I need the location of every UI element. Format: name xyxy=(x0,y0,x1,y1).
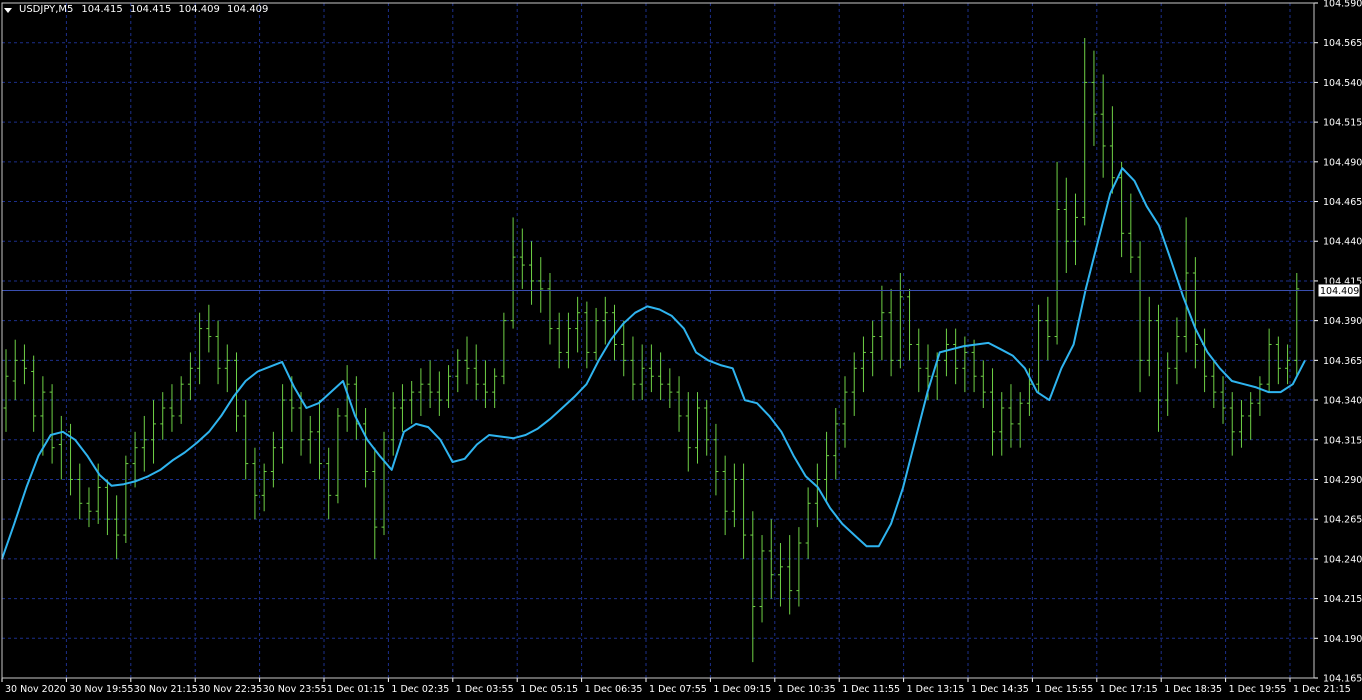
ohlc-high: 104.415 xyxy=(129,4,172,15)
ohlc-open: 104.415 xyxy=(81,4,123,15)
y-tick-label: 104.465 xyxy=(1323,197,1362,208)
x-tick-label: 1 Dec 02:35 xyxy=(391,684,449,695)
x-tick-label: 30 Nov 19:55 xyxy=(69,684,133,695)
x-tick-label: 1 Dec 07:55 xyxy=(649,684,707,695)
symbol-label: USDJPY,M5 xyxy=(19,4,74,15)
y-tick-label: 104.190 xyxy=(1323,634,1362,645)
y-tick-label: 104.440 xyxy=(1323,237,1362,248)
x-tick-label: 1 Dec 15:55 xyxy=(1035,684,1093,695)
price-chart[interactable]: 104.590 104.565 104.540 104.515 104.490 104.4… xyxy=(0,0,1362,700)
x-tick-label: 1 Dec 14:35 xyxy=(971,684,1029,695)
y-tick-label: 104.515 xyxy=(1323,118,1362,129)
x-tick-label: 1 Dec 09:15 xyxy=(713,684,771,695)
x-tick-label: 1 Dec 21:15 xyxy=(1293,684,1351,695)
y-tick-label: 104.290 xyxy=(1323,475,1362,486)
chart-canvas[interactable]: 104.590 104.565 104.540 104.515 104.490 104.4… xyxy=(0,0,1362,700)
x-tick-label: 1 Dec 03:55 xyxy=(456,684,514,695)
ohlc-low: 104.409 xyxy=(178,4,220,15)
ohlc-readout: 104.415 104.415 104.409 104.409 xyxy=(81,3,272,17)
current-price-label: 104.409 xyxy=(1320,286,1359,297)
y-tick-label: 104.215 xyxy=(1323,594,1362,605)
x-tick-label: 1 Dec 11:55 xyxy=(842,684,900,695)
symbol-header: USDJPY,M5 104.415 104.415 104.409 104.40… xyxy=(4,3,272,17)
x-tick-label: 1 Dec 17:15 xyxy=(1100,684,1158,695)
x-tick-label: 30 Nov 21:15 xyxy=(134,684,198,695)
chart-background xyxy=(0,0,1362,700)
y-tick-label: 104.240 xyxy=(1323,554,1362,565)
y-tick-label: 104.540 xyxy=(1323,78,1362,89)
x-tick-label: 30 Nov 23:55 xyxy=(263,684,327,695)
y-tick-label: 104.340 xyxy=(1323,396,1362,407)
collapse-triangle-icon[interactable] xyxy=(4,7,12,13)
y-tick-label: 104.390 xyxy=(1323,316,1362,327)
x-tick-label: 1 Dec 18:35 xyxy=(1164,684,1222,695)
x-tick-label: 30 Nov 2020 xyxy=(5,684,66,695)
y-tick-label: 104.565 xyxy=(1323,38,1362,49)
y-tick-label: 104.315 xyxy=(1323,435,1362,446)
y-tick-label: 104.365 xyxy=(1323,356,1362,367)
y-tick-label: 104.490 xyxy=(1323,157,1362,168)
x-tick-label: 1 Dec 10:35 xyxy=(778,684,836,695)
x-tick-label: 30 Nov 22:35 xyxy=(198,684,262,695)
y-tick-label: 104.165 xyxy=(1323,674,1362,685)
x-tick-label: 1 Dec 05:15 xyxy=(520,684,578,695)
x-tick-label: 1 Dec 06:35 xyxy=(585,684,643,695)
x-tick-label: 1 Dec 19:55 xyxy=(1229,684,1287,695)
y-tick-label: 104.265 xyxy=(1323,515,1362,526)
y-tick-label: 104.590 xyxy=(1323,0,1362,10)
x-tick-label: 1 Dec 01:15 xyxy=(327,684,385,695)
x-tick-label: 1 Dec 13:15 xyxy=(907,684,965,695)
ohlc-close: 104.409 xyxy=(227,4,269,15)
